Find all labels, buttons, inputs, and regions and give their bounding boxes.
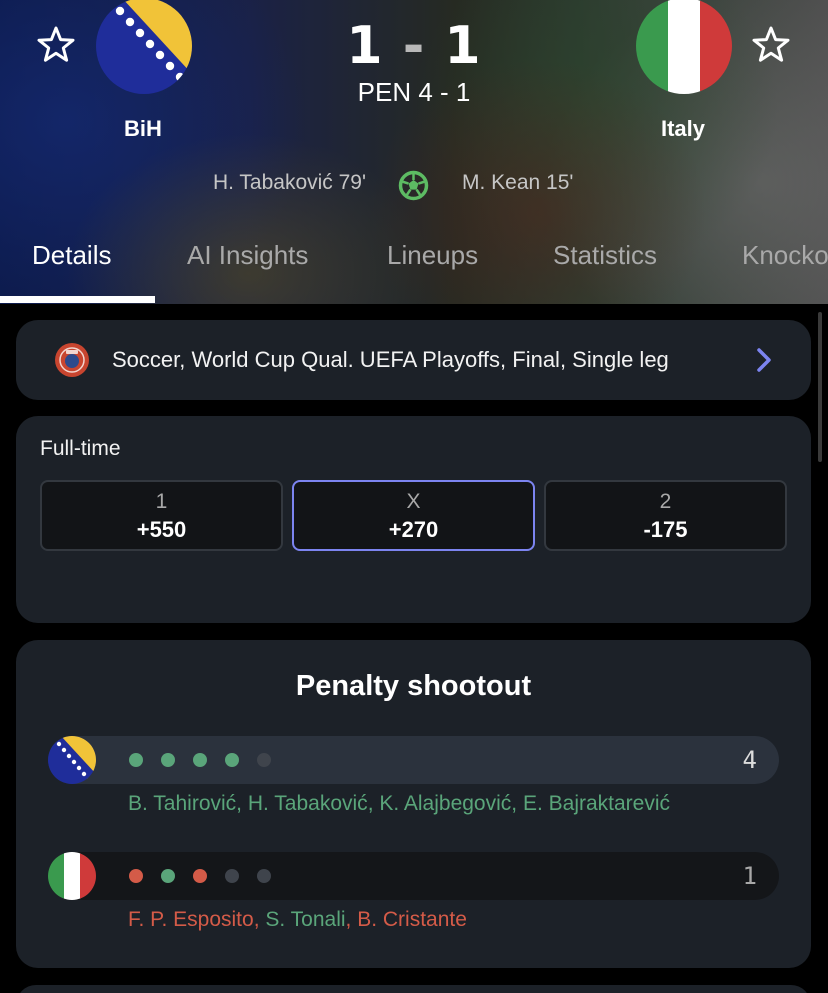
match-score: 1 - 1	[314, 16, 514, 76]
match-tabs: Details AI Insights Lineups Statistics K…	[0, 232, 828, 304]
penalty-shootout-card: Penalty shootout 4 B. Tahirović, H. Taba…	[16, 640, 811, 968]
kick-scored-dot	[129, 753, 143, 767]
kick-missed-dot	[193, 869, 207, 883]
penalty-taker[interactable]: E. Bajraktarević	[523, 792, 670, 815]
penalty-taker[interactable]: B. Cristante	[357, 908, 467, 931]
away-penalty-count: 1	[742, 862, 757, 890]
home-goal-scorer[interactable]: H. Tabaković 79'	[213, 171, 366, 195]
away-penalty-takers: F. P. Esposito, S. Tonali, B. Cristante	[128, 908, 467, 931]
kick-missed-dot	[129, 869, 143, 883]
home-score: 1	[346, 16, 384, 76]
penalty-score: PEN 4 - 1	[357, 77, 471, 107]
competition-card[interactable]: Soccer, World Cup Qual. UEFA Playoffs, F…	[16, 320, 811, 400]
kick-pending-dot	[225, 869, 239, 883]
competition-label: Soccer, World Cup Qual. UEFA Playoffs, F…	[112, 347, 669, 372]
odds-label: 2	[659, 490, 672, 513]
kick-scored-dot	[225, 753, 239, 767]
bih-flag-icon[interactable]	[96, 0, 192, 94]
tab-ai-insights[interactable]: AI Insights	[187, 240, 308, 271]
penalty-shootout-title: Penalty shootout	[295, 670, 532, 702]
kick-scored-dot	[161, 869, 175, 883]
favorite-away-star-icon[interactable]	[750, 24, 792, 66]
away-penalty-row: 1	[48, 852, 779, 900]
odds-value: -175	[643, 517, 688, 542]
kick-pending-dot	[257, 869, 271, 883]
away-score: 1	[444, 16, 482, 76]
odds-label: 1	[155, 490, 168, 513]
away-goal-scorer[interactable]: M. Kean 15'	[462, 171, 573, 195]
odds-label: X	[406, 490, 421, 513]
odds-card: Full-time 1 +550 X +270 2 -175	[16, 416, 811, 623]
home-penalty-row: 4	[48, 736, 779, 784]
tab-statistics[interactable]: Statistics	[553, 240, 657, 271]
penalty-taker[interactable]: H. Tabaković	[248, 792, 368, 815]
bih-flag-icon	[48, 736, 96, 784]
home-penalty-takers: B. Tahirović, H. Tabaković, K. Alajbegov…	[128, 792, 671, 815]
odds-title: Full-time	[40, 437, 121, 460]
odds-home-button[interactable]: 1 +550	[40, 480, 283, 551]
odds-draw-button[interactable]: X +270	[292, 480, 535, 551]
kick-pending-dot	[257, 753, 271, 767]
odds-value: +270	[388, 517, 439, 542]
match-header: BiH 1 - 1 PEN 4 - 1 Italy H. Tabaković 7…	[0, 0, 828, 304]
score-separator: -	[402, 16, 426, 76]
favorite-home-star-icon[interactable]	[35, 24, 77, 66]
uefa-icon	[54, 342, 90, 378]
tab-details[interactable]: Details	[32, 240, 111, 271]
odds-away-button[interactable]: 2 -175	[544, 480, 787, 551]
penalty-taker[interactable]: F. P. Esposito	[128, 908, 254, 931]
penalty-taker[interactable]: S. Tonali	[265, 908, 345, 931]
italy-flag-icon[interactable]	[636, 0, 732, 94]
kick-scored-dot	[193, 753, 207, 767]
penalty-taker[interactable]: K. Alajbegović	[379, 792, 511, 815]
tab-lineups[interactable]: Lineups	[387, 240, 478, 271]
penalty-taker[interactable]: B. Tahirović	[128, 792, 236, 815]
scrollbar[interactable]	[818, 312, 822, 462]
active-tab-indicator	[0, 296, 155, 303]
away-team-name[interactable]: Italy	[603, 116, 763, 142]
kick-scored-dot	[161, 753, 175, 767]
odds-value: +550	[136, 517, 187, 542]
tab-knockout[interactable]: Knockout	[742, 240, 828, 271]
chevron-right-icon[interactable]	[752, 346, 776, 374]
soccer-ball-icon	[398, 170, 429, 201]
next-card	[16, 985, 811, 993]
italy-flag-icon	[48, 852, 96, 900]
home-team-name[interactable]: BiH	[63, 116, 223, 142]
home-penalty-count: 4	[742, 746, 757, 774]
